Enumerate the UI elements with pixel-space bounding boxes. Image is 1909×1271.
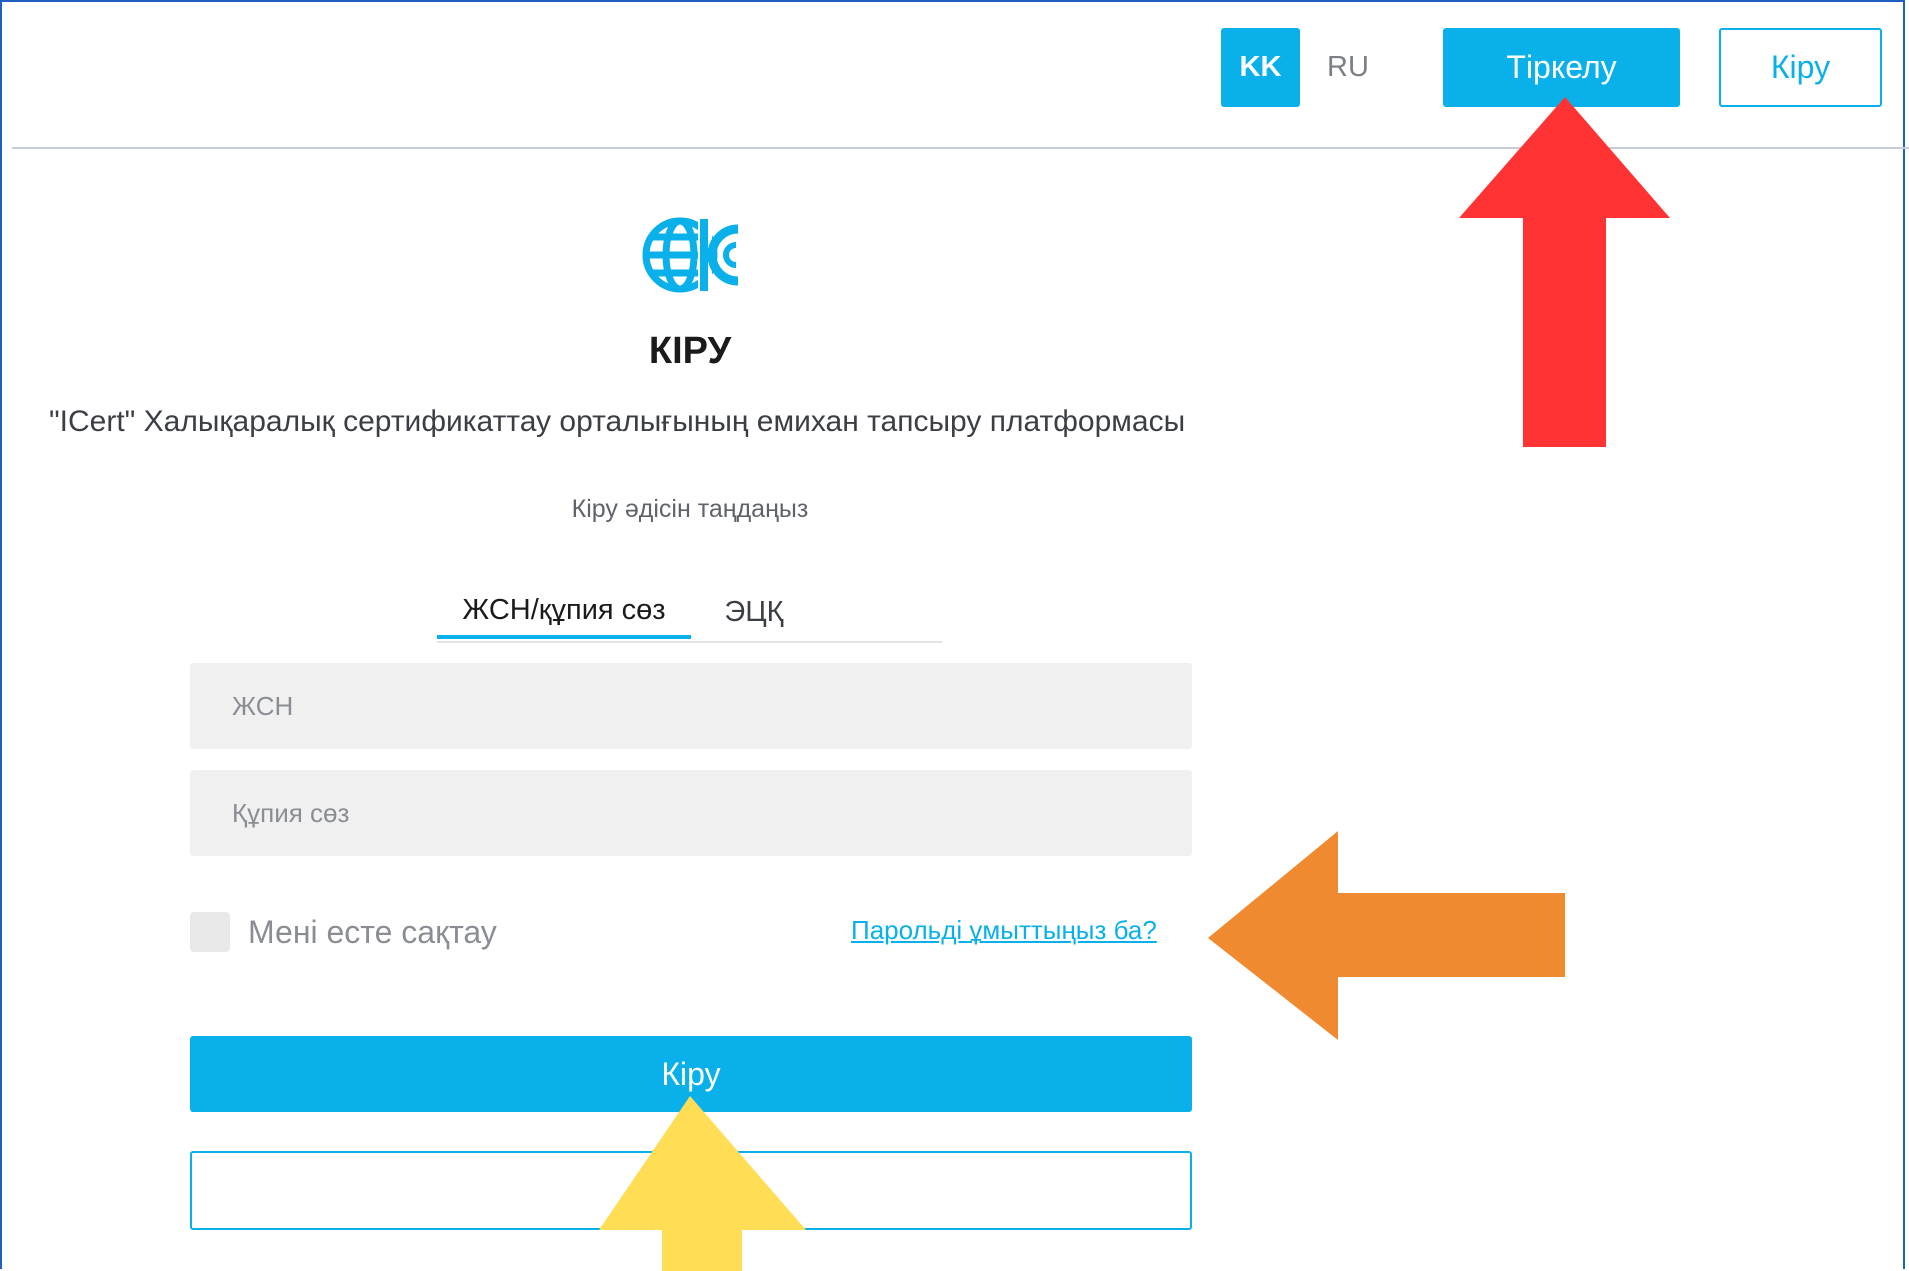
tab-digital-signature[interactable]: ЭЦҚ bbox=[691, 585, 817, 639]
id-number-input[interactable] bbox=[190, 663, 1192, 749]
remember-me-label: Мені есте сақтау bbox=[248, 913, 497, 950]
register-button[interactable]: Тіркелу bbox=[1443, 28, 1680, 107]
forgot-password-link[interactable]: Парольді ұмыттыңыз ба? bbox=[851, 915, 1157, 946]
login-method-tabs: ЖСН/құпия сөз ЭЦҚ bbox=[437, 585, 942, 643]
language-ru-button[interactable]: RU bbox=[1318, 28, 1378, 107]
secondary-button[interactable] bbox=[190, 1151, 1192, 1230]
remember-me[interactable]: Мені есте сақтау bbox=[190, 912, 497, 952]
icert-logo-icon bbox=[642, 215, 739, 295]
login-method-label: Кіру әдісін таңдаңыз bbox=[571, 495, 809, 523]
header-login-button[interactable]: Кіру bbox=[1719, 28, 1882, 107]
tab-password[interactable]: ЖСН/құпия сөз bbox=[437, 585, 691, 639]
login-submit-button[interactable]: Кіру bbox=[190, 1036, 1192, 1112]
page-title: КІРУ bbox=[648, 330, 732, 372]
language-kk-button[interactable]: KK bbox=[1221, 28, 1300, 107]
password-input[interactable] bbox=[190, 770, 1192, 856]
page-subtitle: "ICert" Халықаралық сертификаттау орталы… bbox=[49, 405, 1186, 438]
remember-me-checkbox[interactable] bbox=[190, 912, 230, 952]
